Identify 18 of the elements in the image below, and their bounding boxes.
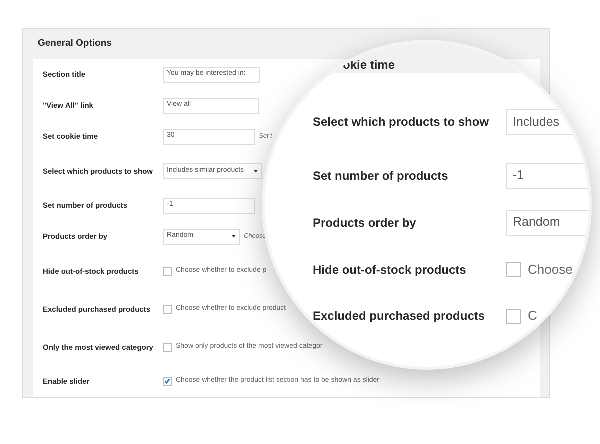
checkbox[interactable] — [506, 262, 521, 277]
option-label: Hide out-of-stock products — [313, 262, 468, 278]
checkbox[interactable] — [506, 308, 521, 324]
option-label: Excluded purchased products — [313, 308, 486, 324]
checkbox[interactable] — [163, 342, 172, 352]
option-description: Choose — [528, 260, 573, 279]
option-label: Select which products to show — [313, 114, 490, 130]
input-field[interactable]: -1 — [506, 162, 589, 188]
checkbox[interactable] — [163, 266, 172, 276]
panel-title: General Options — [38, 36, 112, 51]
option-description: C — [528, 307, 538, 326]
checkbox[interactable] — [163, 304, 172, 314]
option-label: Products order by — [313, 214, 418, 230]
select-field[interactable]: Random — [506, 210, 589, 236]
option-label: Set number of products — [313, 168, 450, 184]
caret-icon — [254, 170, 258, 172]
caret-icon — [232, 235, 236, 238]
checkbox[interactable] — [163, 377, 172, 386]
